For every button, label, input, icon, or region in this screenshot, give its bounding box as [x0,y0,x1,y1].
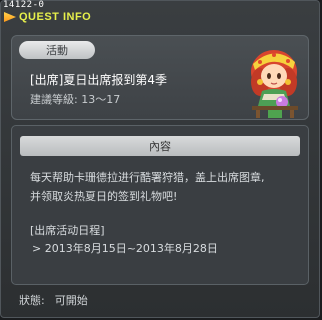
description-line-2: 并领取炎热夏日的签到礼物吧! [30,190,178,203]
quest-description: 每天帮助卡珊德拉进行酷署狩猎，盖上出席图章, 并领取炎热夏日的签到礼物吧! [30,168,300,206]
arrow-icon [4,12,16,22]
window-title-bar: QUEST INFO [4,10,91,24]
status-value: 可開始 [54,294,88,307]
quest-id: 14122-0 [3,0,45,10]
quest-status: 狀態: 可開始 [19,292,98,308]
recommended-level: 建議等級: 13～17 [30,93,121,106]
quest-title: [出席]夏日出席报到第4季 [30,73,167,87]
quest-info-window: 14122-0 QUEST INFO 活動 [出席]夏日出席报到第4季 建議等級… [0,0,320,318]
status-label: 狀態: [19,294,45,307]
window-title: QUEST INFO [19,11,92,23]
content-header: 內容 [20,136,300,156]
quest-content-panel: 內容 每天帮助卡珊德拉进行酷署狩猎，盖上出席图章, 并领取炎热夏日的签到礼物吧!… [11,125,309,285]
description-line-1: 每天帮助卡珊德拉进行酷署狩猎，盖上出席图章, [30,171,265,184]
npc-portrait [251,50,298,118]
quest-summary-panel: 活動 [出席]夏日出席报到第4季 建議等級: 13～17 [11,35,309,120]
quest-category-badge: 活動 [19,41,95,59]
schedule-date: > 2013年8月15日~2013年8月28日 [32,242,218,255]
schedule-title: [出席活动日程] [30,224,105,237]
